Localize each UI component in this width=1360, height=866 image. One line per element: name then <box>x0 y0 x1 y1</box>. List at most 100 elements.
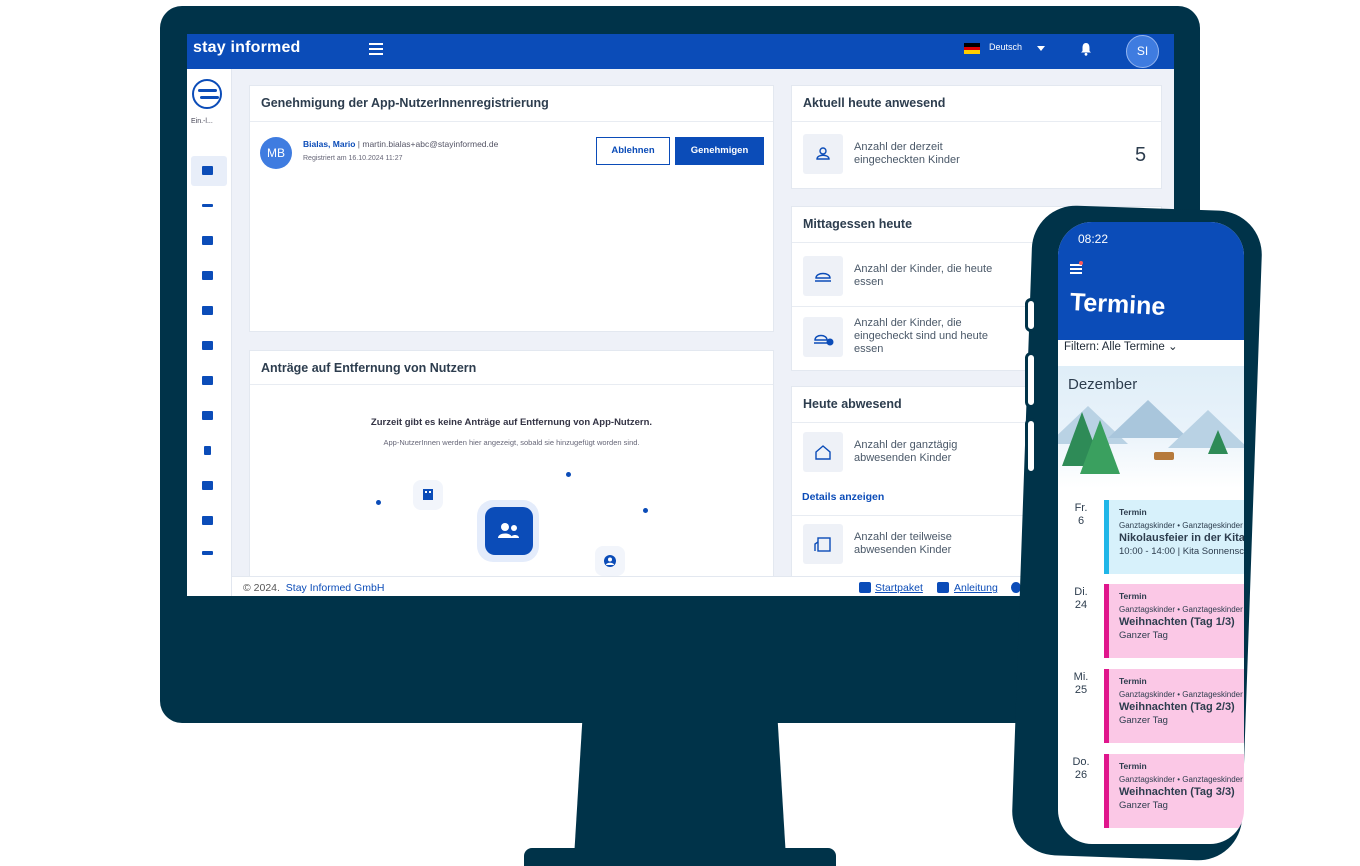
board-icon <box>202 236 213 245</box>
registration-approval-card: Genehmigung der App-NutzerInnenregistrie… <box>249 85 774 332</box>
page-title: Termine <box>1069 288 1167 321</box>
phone-side-button <box>1025 298 1037 332</box>
briefcase-icon <box>202 551 213 555</box>
building-partial-icon <box>803 524 843 564</box>
stat-label: Anzahl der Kinder, die eingecheckt sind … <box>854 317 988 355</box>
illustration-dot <box>643 508 648 513</box>
copyright: © 2024. Stay Informed GmbH <box>243 582 384 594</box>
event-date: Di. 24 <box>1072 586 1090 612</box>
sidebar-item-board[interactable] <box>191 226 227 256</box>
sled-illustration <box>1154 452 1174 460</box>
card-title: Genehmigung der App-NutzerInnenregistrie… <box>261 96 549 110</box>
manual-link[interactable]: Anleitung <box>954 582 998 594</box>
sidebar-item-posts[interactable] <box>191 261 227 291</box>
divider <box>792 121 1161 122</box>
illustration-dot <box>376 500 381 505</box>
sidebar: Ein.-l... <box>187 69 232 596</box>
sidebar-item-dashboard[interactable] <box>191 156 227 186</box>
event-card[interactable]: Termin Ganztagskinder • Ganztageskinder We… <box>1104 584 1244 658</box>
card-title: Mittagessen heute <box>803 217 913 231</box>
approve-button[interactable]: Genehmigen <box>675 137 764 165</box>
event-name: Weihnachten (Tag 1/3) <box>1119 616 1235 628</box>
filter-dropdown[interactable]: Filtern: Alle Termine ⌄ <box>1064 339 1178 353</box>
checked-in-person-icon <box>803 134 843 174</box>
event-weekday: Do. <box>1072 756 1090 768</box>
event-day-number: 26 <box>1074 769 1088 781</box>
event-groups: Ganztagskinder • Ganztageskinder <box>1119 775 1243 784</box>
reject-button[interactable]: Ablehnen <box>596 137 670 165</box>
present-today-card: Aktuell heute anwesend <box>791 85 1162 189</box>
request-user-email: martin.bialas+abc@stayinformed.de <box>362 139 499 149</box>
address-book-icon <box>202 411 213 420</box>
event-card[interactable]: Termin Ganztagskinder • Ganztageskinder We… <box>1104 669 1244 743</box>
stat-label: Anzahl der ganztägig abwesenden Kinder <box>854 439 958 464</box>
request-user-name[interactable]: Bialas, Mario <box>303 139 355 149</box>
user-avatar[interactable]: SI <box>1126 35 1159 68</box>
copyright-year: © 2024. <box>243 582 280 594</box>
company-link[interactable]: Stay Informed GmbH <box>286 582 385 594</box>
sidebar-item-lists[interactable] <box>191 471 227 501</box>
list-icon <box>202 481 213 490</box>
hamburger-menu-icon[interactable] <box>369 43 383 55</box>
hamburger-menu-icon[interactable] <box>1070 261 1083 276</box>
sidebar-item-more[interactable] <box>191 541 227 561</box>
contact-card-icon <box>202 376 213 385</box>
event-weekday: Mi. <box>1073 671 1089 683</box>
sidebar-item-calendar[interactable] <box>191 296 227 326</box>
mountain-illustration <box>1168 410 1244 448</box>
house-absent-icon <box>803 432 843 472</box>
org-name: Ein.-l... <box>191 118 213 125</box>
meal-checked-icon <box>803 317 843 357</box>
phone-header: 08:22 Termine <box>1058 222 1244 340</box>
illustration-dot <box>566 472 571 477</box>
sidebar-item-activities[interactable] <box>191 436 227 466</box>
language-selector[interactable]: Deutsch <box>989 42 1022 52</box>
event-day-number: 25 <box>1074 684 1088 696</box>
phone-side-button <box>1025 352 1037 408</box>
empty-state-subtitle: App-NutzerInnen werden hier angezeigt, s… <box>383 438 640 447</box>
details-link[interactable]: Details anzeigen <box>802 491 884 503</box>
event-name: Weihnachten (Tag 3/3) <box>1119 786 1235 798</box>
event-day-number: 24 <box>1074 599 1088 611</box>
event-type: Termin <box>1119 591 1147 601</box>
brand-logo[interactable]: stay informed <box>193 39 301 57</box>
chevron-down-icon: ⌄ <box>1168 341 1178 353</box>
card-title: Aktuell heute anwesend <box>803 96 946 110</box>
post-edit-icon <box>202 271 213 280</box>
event-name: Nikolausfeier in der Kita <box>1119 532 1244 544</box>
starter-pack-link[interactable]: Startpaket <box>875 582 923 594</box>
event-time: 10:00 - 14:00 | Kita Sonnenschein <box>1119 546 1244 557</box>
event-time: Ganzer Tag <box>1119 715 1168 726</box>
event-time: Ganzer Tag <box>1119 630 1168 641</box>
christmas-tree-illustration <box>1208 430 1228 454</box>
starter-pack-icon <box>859 582 871 593</box>
divider <box>250 121 773 122</box>
chat-icon <box>202 341 213 350</box>
event-type: Termin <box>1119 676 1147 686</box>
event-card[interactable]: Termin Ganztagskinder • Ganztageskinder We… <box>1104 754 1244 828</box>
chevron-down-icon[interactable] <box>1037 46 1045 51</box>
event-name: Weihnachten (Tag 2/3) <box>1119 701 1235 713</box>
event-time: Ganzer Tag <box>1119 800 1168 811</box>
user-circle-icon <box>595 546 625 576</box>
event-day-number: 6 <box>1077 515 1085 527</box>
sidebar-item-messages[interactable] <box>191 331 227 361</box>
sidebar-item-directory[interactable] <box>191 401 227 431</box>
filter-value: Alle Termine <box>1101 341 1165 353</box>
sidebar-item-checkin[interactable] <box>191 191 227 221</box>
phone-screen: 08:22 Termine Filtern: Alle Termine ⌄ De… <box>1058 222 1244 844</box>
sidebar-item-contacts[interactable] <box>191 366 227 396</box>
event-groups: Ganztagskinder • Ganztageskinder <box>1119 690 1243 699</box>
phone-side-button <box>1025 418 1037 474</box>
double-check-icon <box>202 204 213 207</box>
event-date: Mi. 25 <box>1072 671 1090 697</box>
group-users-icon <box>485 507 533 555</box>
event-type: Termin <box>1119 507 1147 517</box>
sidebar-item-structure[interactable] <box>191 506 227 536</box>
bell-icon[interactable] <box>1080 42 1092 56</box>
manual-icon <box>937 582 949 593</box>
building-icon <box>413 480 443 510</box>
stat-label: Anzahl der teilweise abwesenden Kinder <box>854 531 952 556</box>
event-card[interactable]: Termin Ganztagskinder • Ganztageskinder Ni… <box>1104 500 1244 574</box>
org-logo-icon[interactable] <box>192 79 222 109</box>
